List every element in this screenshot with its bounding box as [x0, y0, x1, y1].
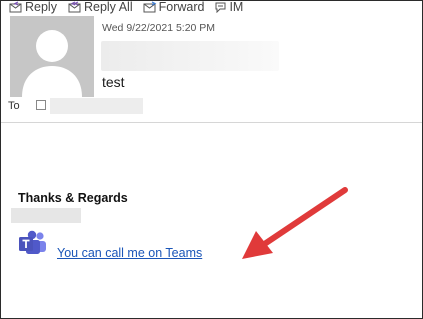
forward-icon: [143, 1, 156, 13]
reply-label: Reply: [25, 0, 57, 14]
im-icon: [215, 2, 226, 13]
signoff-text: Thanks & Regards: [18, 191, 128, 205]
im-label: IM: [229, 0, 244, 14]
recipient-redacted: [50, 98, 143, 114]
signature-name-redacted: [11, 208, 81, 223]
to-label: To: [8, 100, 20, 112]
message-toolbar: Reply Reply All Forward IM: [9, 0, 253, 16]
sender-name-redacted: [101, 41, 279, 71]
message-subject: test: [102, 74, 125, 90]
reply-all-label: Reply All: [83, 0, 133, 14]
forward-label: Forward: [158, 0, 205, 14]
contact-checkbox[interactable]: [36, 100, 46, 110]
im-button[interactable]: IM: [214, 0, 244, 14]
reply-all-icon: [68, 1, 81, 13]
reply-button[interactable]: Reply: [9, 0, 57, 14]
reply-all-button[interactable]: Reply All: [67, 0, 133, 14]
forward-button[interactable]: Forward: [143, 0, 205, 14]
header-divider: [1, 122, 422, 123]
sender-avatar[interactable]: [10, 16, 94, 97]
sent-date: Wed 9/22/2021 5:20 PM: [102, 22, 216, 34]
teams-icon: [18, 230, 48, 256]
email-reading-pane: Reply Reply All Forward IM Wed 9/22/2021…: [0, 0, 423, 319]
default-person-icon: [10, 16, 94, 97]
teams-call-link[interactable]: You can call me on Teams: [57, 246, 202, 260]
reply-icon: [9, 1, 22, 13]
